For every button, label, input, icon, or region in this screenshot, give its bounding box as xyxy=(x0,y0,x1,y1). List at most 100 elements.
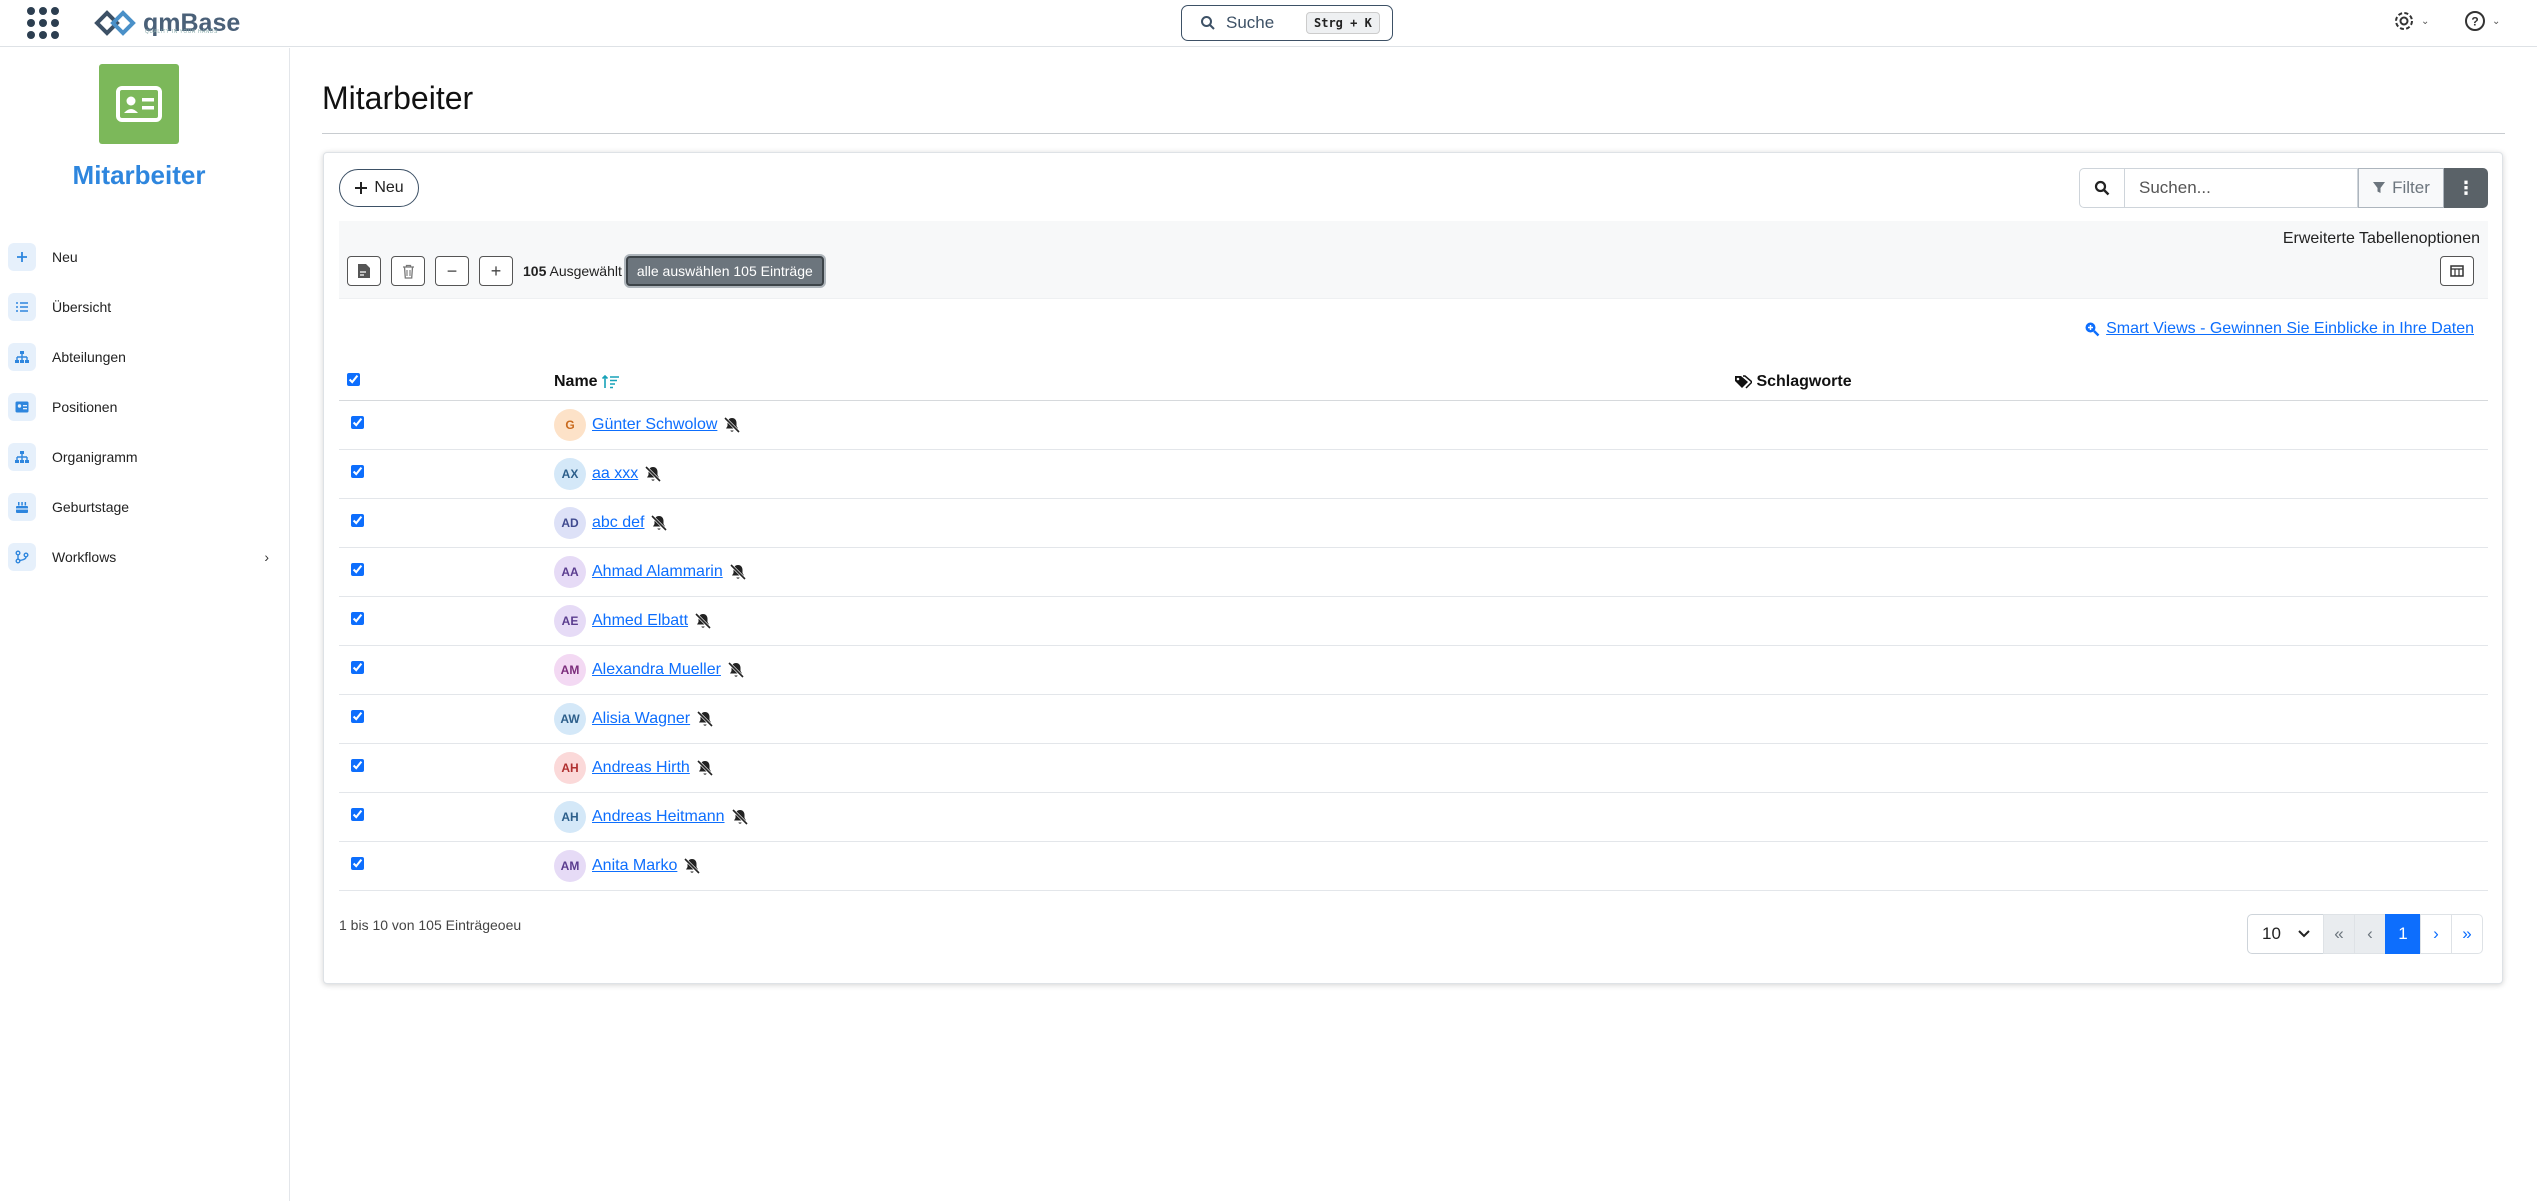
sidebar-item-positionen[interactable]: Positionen xyxy=(0,382,289,432)
table-row[interactable]: AD abc def xyxy=(339,498,2488,548)
table-row[interactable]: AX aa xxx xyxy=(339,449,2488,499)
employee-name-link[interactable]: Anita Marko xyxy=(592,857,677,874)
table-row[interactable]: G Günter Schwolow xyxy=(339,400,2488,450)
title-divider xyxy=(322,133,2505,134)
sort-ascending-icon xyxy=(601,374,620,388)
table-row[interactable]: AM Anita Marko xyxy=(339,841,2488,891)
column-settings-button[interactable] xyxy=(2440,256,2474,286)
row-checkbox[interactable] xyxy=(351,758,364,772)
settings-menu[interactable]: ⌄ xyxy=(2393,10,2429,32)
tags-cell xyxy=(1734,841,2488,891)
row-checkbox[interactable] xyxy=(351,807,364,821)
sidebar-item-label: Organigramm xyxy=(52,449,138,465)
select-all-checkbox[interactable] xyxy=(347,372,360,386)
page-size-value: 10 xyxy=(2262,924,2281,943)
smart-views-label: Smart Views - Gewinnen Sie Einblicke in … xyxy=(2106,320,2474,337)
column-tags-label: Schlagworte xyxy=(1756,372,1852,390)
employee-name-link[interactable]: abc def xyxy=(592,514,644,531)
sidebar-item-geburtstage[interactable]: Geburtstage xyxy=(0,482,289,532)
sidebar-item-uebersicht[interactable]: Übersicht xyxy=(0,282,289,332)
table-row[interactable]: AH Andreas Heitmann xyxy=(339,792,2488,842)
table-row[interactable]: AH Andreas Hirth xyxy=(339,743,2488,793)
gear-icon xyxy=(2395,12,2413,30)
employee-name-link[interactable]: Andreas Hirth xyxy=(592,759,690,776)
row-checkbox[interactable] xyxy=(351,415,364,429)
employee-name-link[interactable]: Alisia Wagner xyxy=(592,710,690,727)
sidebar-item-organigramm[interactable]: Organigramm xyxy=(0,432,289,482)
column-header-name[interactable]: Name xyxy=(554,364,1734,401)
employee-name-link[interactable]: Ahmed Elbatt xyxy=(592,612,688,629)
employee-table-card: Neu Filter ⋮ Erweiterte Tabellenoptionen xyxy=(323,152,2503,984)
row-checkbox[interactable] xyxy=(351,513,364,527)
delete-button[interactable] xyxy=(391,256,425,286)
employee-name-link[interactable]: Günter Schwolow xyxy=(592,416,717,433)
select-more-button[interactable]: + xyxy=(479,256,513,286)
columns-icon xyxy=(2450,265,2464,277)
row-checkbox[interactable] xyxy=(351,709,364,723)
apps-grid-icon[interactable] xyxy=(25,5,59,39)
bell-slash-icon[interactable] xyxy=(696,759,714,777)
employee-name-link[interactable]: Andreas Heitmann xyxy=(592,808,725,825)
employee-name-link[interactable]: Alexandra Mueller xyxy=(592,661,721,678)
table-search-input[interactable] xyxy=(2125,168,2358,208)
table-search-group: Filter ⋮ xyxy=(2079,168,2488,208)
extended-table-options[interactable]: Erweiterte Tabellenoptionen xyxy=(2283,230,2480,248)
sidebar-item-workflows[interactable]: Workflows › xyxy=(0,532,289,582)
bell-slash-icon[interactable] xyxy=(650,514,668,532)
bell-slash-icon[interactable] xyxy=(694,612,712,630)
bell-slash-icon[interactable] xyxy=(727,661,745,679)
page-current-button[interactable]: 1 xyxy=(2385,914,2421,954)
smart-views-link[interactable]: Smart Views - Gewinnen Sie Einblicke in … xyxy=(2084,320,2474,338)
module-icon xyxy=(99,64,179,144)
bell-slash-icon[interactable] xyxy=(723,416,741,434)
tags-cell xyxy=(1734,743,2488,793)
avatar: AW xyxy=(554,702,586,735)
chevron-down-icon: ⌄ xyxy=(2421,15,2430,27)
row-checkbox[interactable] xyxy=(351,464,364,478)
tags-cell xyxy=(1734,792,2488,842)
avatar: AH xyxy=(554,800,586,833)
bell-slash-icon[interactable] xyxy=(683,857,701,875)
avatar: AX xyxy=(554,457,586,490)
search-label: Suche xyxy=(1226,13,1275,32)
row-checkbox[interactable] xyxy=(351,856,364,870)
bell-slash-icon[interactable] xyxy=(731,808,749,826)
departments-icon xyxy=(8,343,36,371)
page-last-button[interactable]: » xyxy=(2451,914,2483,954)
select-all-button[interactable]: alle auswählen 105 Einträge xyxy=(625,256,824,286)
bell-slash-icon[interactable] xyxy=(729,563,747,581)
id-card-icon xyxy=(8,393,36,421)
table-row[interactable]: AE Ahmed Elbatt xyxy=(339,596,2488,646)
sidebar-item-neu[interactable]: Neu xyxy=(0,232,289,282)
column-header-tags[interactable]: Schlagworte xyxy=(1734,364,2488,401)
search-icon xyxy=(1201,16,1215,30)
table-row[interactable]: AW Alisia Wagner xyxy=(339,694,2488,744)
bell-slash-icon[interactable] xyxy=(644,465,662,483)
sidebar-item-label: Positionen xyxy=(52,399,118,415)
new-button[interactable]: Neu xyxy=(339,169,419,207)
avatar: AE xyxy=(554,604,586,637)
employee-name-link[interactable]: Ahmad Alammarin xyxy=(592,563,723,580)
table-row[interactable]: AM Alexandra Mueller xyxy=(339,645,2488,695)
row-checkbox[interactable] xyxy=(351,611,364,625)
sidebar-item-label: Neu xyxy=(52,249,78,265)
page-first-button[interactable]: « xyxy=(2323,914,2355,954)
table-row[interactable]: AA Ahmad Alammarin xyxy=(339,547,2488,597)
row-checkbox[interactable] xyxy=(351,660,364,674)
row-checkbox[interactable] xyxy=(351,562,364,576)
help-menu[interactable]: ? ⌄ xyxy=(2464,10,2500,32)
plus-icon xyxy=(8,243,36,271)
deselect-button[interactable]: − xyxy=(435,256,469,286)
more-options-button[interactable]: ⋮ xyxy=(2444,168,2488,208)
page-next-button[interactable]: › xyxy=(2420,914,2452,954)
sidebar-item-abteilungen[interactable]: Abteilungen xyxy=(0,332,289,382)
global-search-button[interactable]: Suche Strg + K xyxy=(1181,5,1393,41)
bell-slash-icon[interactable] xyxy=(696,710,714,728)
page-size-select[interactable]: 10 xyxy=(2247,914,2324,954)
export-button[interactable] xyxy=(347,256,381,286)
logo[interactable]: qmBase QUALITY IN YOUR HANDS xyxy=(93,5,240,41)
employee-name-link[interactable]: aa xxx xyxy=(592,465,638,482)
search-submit-button[interactable] xyxy=(2079,168,2125,208)
filter-button[interactable]: Filter xyxy=(2358,168,2444,208)
page-prev-button[interactable]: ‹ xyxy=(2354,914,2386,954)
